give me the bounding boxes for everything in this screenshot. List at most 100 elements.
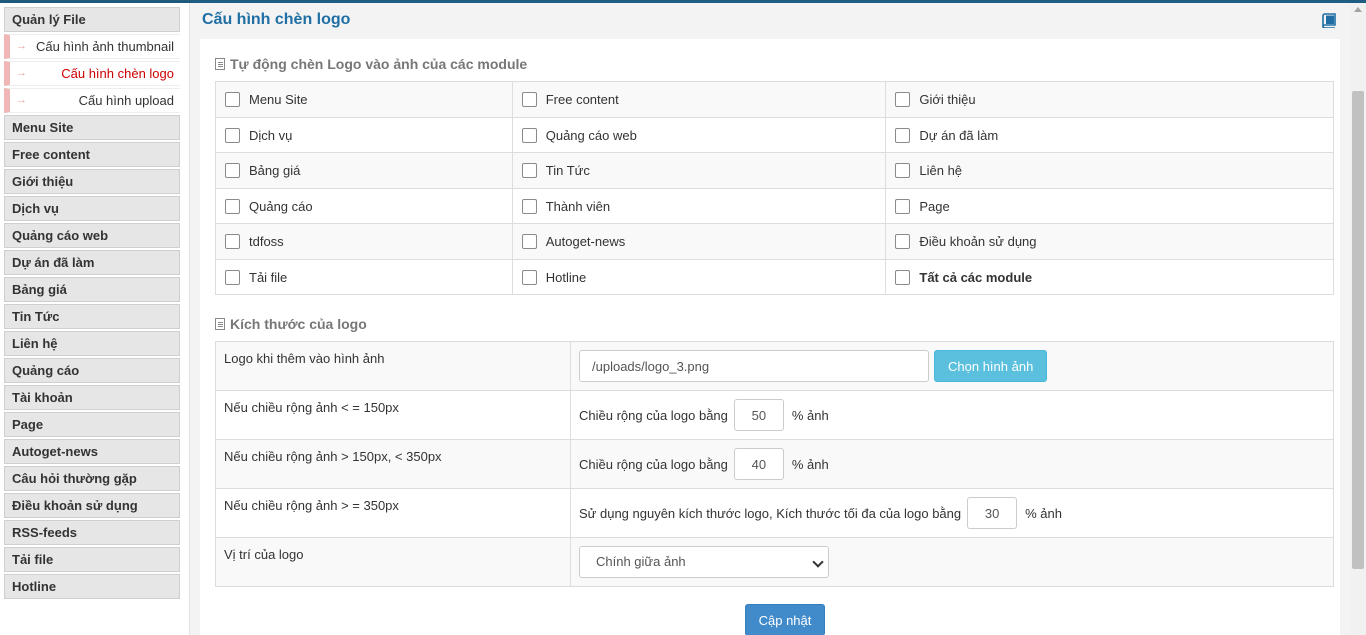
module-checkbox[interactable]	[521, 92, 537, 108]
module-checkbox[interactable]	[521, 163, 537, 179]
module-label: Dự án đã làm	[919, 127, 999, 143]
logo-label: Logo khi thêm vào hình ảnh	[215, 341, 571, 391]
module-label: Free content	[545, 92, 619, 108]
sidebar-subitem[interactable]: → Cấu hình upload	[4, 88, 180, 113]
width-medium-input[interactable]	[733, 448, 784, 480]
sidebar-item-label: Dịch vụ	[12, 201, 59, 216]
module-checkbox[interactable]	[521, 127, 537, 143]
logo-cell: Chọn hình ảnh	[570, 341, 1334, 391]
module-label: Giới thiệu	[919, 92, 976, 108]
module-label: Tất cả các module	[919, 269, 1033, 285]
module-checkbox[interactable]	[895, 198, 911, 214]
sidebar-item[interactable]: RSS-feeds	[4, 520, 180, 545]
book-icon[interactable]	[1322, 13, 1336, 28]
sidebar-subitem[interactable]: → Cấu hình chèn logo	[4, 61, 180, 86]
width-large-input[interactable]	[967, 497, 1018, 529]
scrollbar[interactable]	[1350, 3, 1366, 635]
module-label: Thành viên	[545, 198, 611, 214]
sizes-title-text: Kích thước của logo	[230, 316, 367, 332]
module-checkbox[interactable]	[895, 163, 911, 179]
sidebar-item[interactable]: Quản lý File	[4, 7, 180, 32]
module-label: Autoget-news	[545, 234, 626, 250]
row2-prefix: Chiều rộng của logo bằng	[579, 456, 728, 472]
sidebar-item-label: Hotline	[12, 579, 57, 594]
module-checkbox[interactable]	[895, 234, 911, 250]
module-checkbox[interactable]	[521, 198, 537, 214]
sidebar-subitem[interactable]: → Cấu hình ảnh thumbnail	[4, 34, 180, 59]
sidebar-item-label: Cấu hình upload	[78, 93, 174, 108]
module-label: Tin Tức	[545, 163, 590, 179]
module-checkbox[interactable]	[225, 198, 240, 214]
scroll-up-arrow-icon[interactable]	[1354, 7, 1362, 12]
module-checkbox[interactable]	[225, 92, 240, 108]
sidebar-item-label: Điều khoản sử dụng	[12, 498, 138, 513]
row1-prefix: Chiều rộng của logo bằng	[579, 407, 728, 423]
row3-prefix: Sử dụng nguyên kích thước logo, Kích thư…	[579, 505, 962, 521]
sidebar-item[interactable]: Giới thiệu	[4, 169, 180, 194]
logo-size-table: Logo khi thêm vào hình ảnh Chọn hình ảnh…	[215, 341, 1334, 587]
module-checkbox[interactable]	[895, 269, 911, 285]
sidebar-item[interactable]: Autoget-news	[4, 439, 180, 464]
module-cell: Quảng cáo	[215, 187, 513, 224]
sidebar-item[interactable]: Menu Site	[4, 115, 180, 140]
content-area: Tự động chèn Logo vào ảnh của các module…	[200, 39, 1340, 635]
modules-table: Menu Site Free content Giới thiệu Dịch vụ Qu…	[215, 81, 1334, 295]
sidebar-item[interactable]: Liên hệ	[4, 331, 180, 356]
sidebar-item[interactable]: Free content	[4, 142, 180, 167]
module-label: Hotline	[545, 269, 587, 285]
row1-cell: Chiều rộng của logo bằng % ảnh	[570, 390, 1334, 440]
choose-image-button[interactable]: Chọn hình ảnh	[934, 350, 1048, 382]
sidebar-item[interactable]: Điều khoản sử dụng	[4, 493, 180, 518]
sidebar-item[interactable]: Dịch vụ	[4, 196, 180, 221]
table-row: Bảng giá Tin Tức Liên hệ	[215, 152, 1334, 189]
sidebar-item[interactable]: Quảng cáo	[4, 358, 180, 383]
logo-position-select[interactable]: Chính giữa ảnh	[579, 546, 829, 578]
page-header: Cấu hình chèn logo	[200, 3, 1340, 39]
module-checkbox[interactable]	[895, 92, 911, 108]
module-cell: Dịch vụ	[215, 116, 513, 153]
module-cell: Tải file	[215, 258, 513, 295]
sidebar-item[interactable]: Dự án đã làm	[4, 250, 180, 275]
module-cell: Bảng giá	[215, 152, 513, 189]
sidebar-item-label: Quảng cáo	[12, 363, 80, 378]
module-cell: Autoget-news	[511, 223, 887, 260]
module-checkbox[interactable]	[521, 269, 537, 285]
table-row: Logo khi thêm vào hình ảnh Chọn hình ảnh	[215, 341, 1334, 391]
table-row: Menu Site Free content Giới thiệu	[215, 81, 1334, 118]
sizes-section-title: Kích thước của logo	[215, 316, 367, 332]
module-checkbox[interactable]	[225, 163, 240, 179]
page-title: Cấu hình chèn logo	[202, 11, 351, 28]
logo-path-input[interactable]	[579, 350, 929, 382]
sidebar-item[interactable]: Page	[4, 412, 180, 437]
update-button[interactable]: Cập nhật	[745, 604, 825, 635]
scroll-thumb[interactable]	[1352, 91, 1364, 569]
sidebar-item-label: Menu Site	[12, 120, 74, 135]
sidebar-item[interactable]: Tin Tức	[4, 304, 180, 329]
module-checkbox[interactable]	[895, 127, 911, 143]
module-label: Menu Site	[249, 92, 308, 108]
sidebar-item[interactable]: Tài khoản	[4, 385, 180, 410]
sidebar-item[interactable]: Hotline	[4, 574, 180, 599]
module-label: Bảng giá	[249, 163, 301, 179]
module-cell: Tất cả các module	[885, 258, 1334, 295]
sidebar-item[interactable]: Bảng giá	[4, 277, 180, 302]
sidebar-item-label: Bảng giá	[12, 282, 67, 297]
width-small-input[interactable]	[733, 399, 784, 431]
row1-label: Nếu chiều rộng ảnh < = 150px	[215, 390, 571, 440]
module-label: Quảng cáo web	[545, 127, 637, 143]
position-value: Chính giữa ảnh	[596, 554, 686, 569]
module-checkbox[interactable]	[225, 234, 240, 250]
module-checkbox[interactable]	[225, 269, 240, 285]
arrow-right-icon: →	[16, 94, 27, 106]
sidebar-item-label: Page	[12, 417, 44, 432]
table-row: Nếu chiều rộng ảnh < = 150px Chiều rộng …	[215, 390, 1334, 440]
sidebar-item[interactable]: Quảng cáo web	[4, 223, 180, 248]
module-cell: Free content	[511, 81, 887, 118]
module-checkbox[interactable]	[225, 127, 240, 143]
row3-cell: Sử dụng nguyên kích thước logo, Kích thư…	[570, 488, 1334, 538]
sidebar-item[interactable]: Câu hỏi thường gặp	[4, 466, 180, 491]
module-checkbox[interactable]	[521, 234, 537, 250]
sidebar-item[interactable]: Tải file	[4, 547, 180, 572]
document-icon	[215, 58, 225, 70]
sidebar-item-label: Câu hỏi thường gặp	[12, 471, 137, 486]
